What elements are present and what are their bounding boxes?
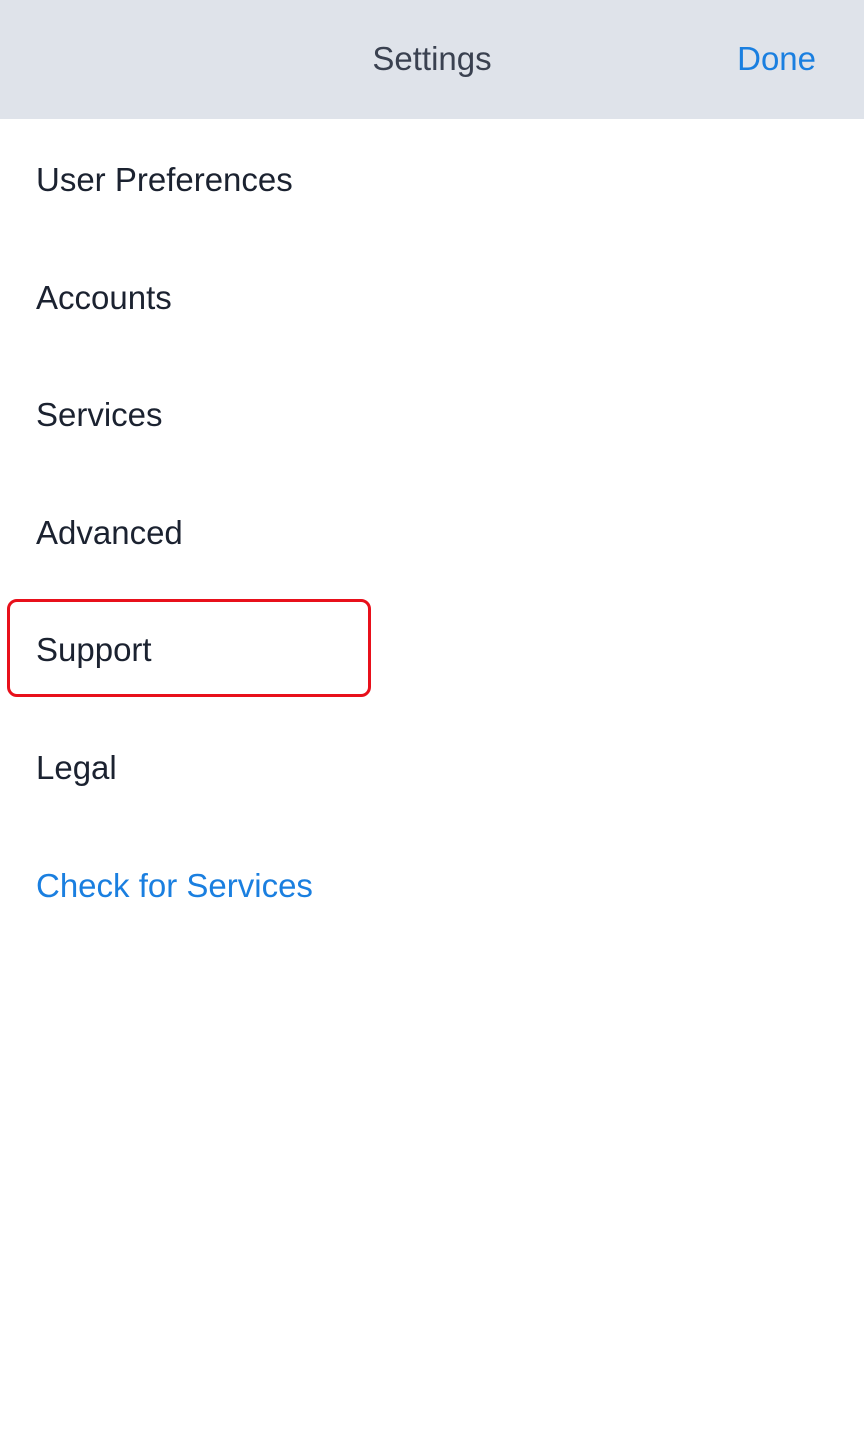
settings-item-label: Services [36, 396, 163, 434]
settings-item-advanced[interactable]: Advanced [0, 472, 864, 590]
settings-item-label: Accounts [36, 278, 172, 316]
top-bar: Settings Done [0, 0, 864, 119]
settings-item-label: User Preferences [36, 161, 293, 198]
settings-item-label: Check for Services [36, 866, 313, 904]
done-button[interactable]: Done [737, 36, 816, 82]
settings-item-services[interactable]: Services [0, 354, 864, 472]
settings-item-legal[interactable]: Legal [0, 707, 864, 825]
check-for-services-link[interactable]: Check for Services [0, 825, 864, 943]
settings-item-label: Advanced [36, 513, 183, 551]
settings-item-accounts[interactable]: Accounts [0, 237, 864, 355]
settings-item-user-preferences[interactable]: User Preferences [0, 119, 864, 237]
page-title: Settings [372, 40, 492, 77]
settings-item-label: Support [36, 631, 152, 669]
settings-item-label: Legal [36, 748, 117, 786]
settings-item-support[interactable]: Support [0, 589, 864, 707]
settings-list: User Preferences Accounts Services Advan… [0, 119, 864, 942]
